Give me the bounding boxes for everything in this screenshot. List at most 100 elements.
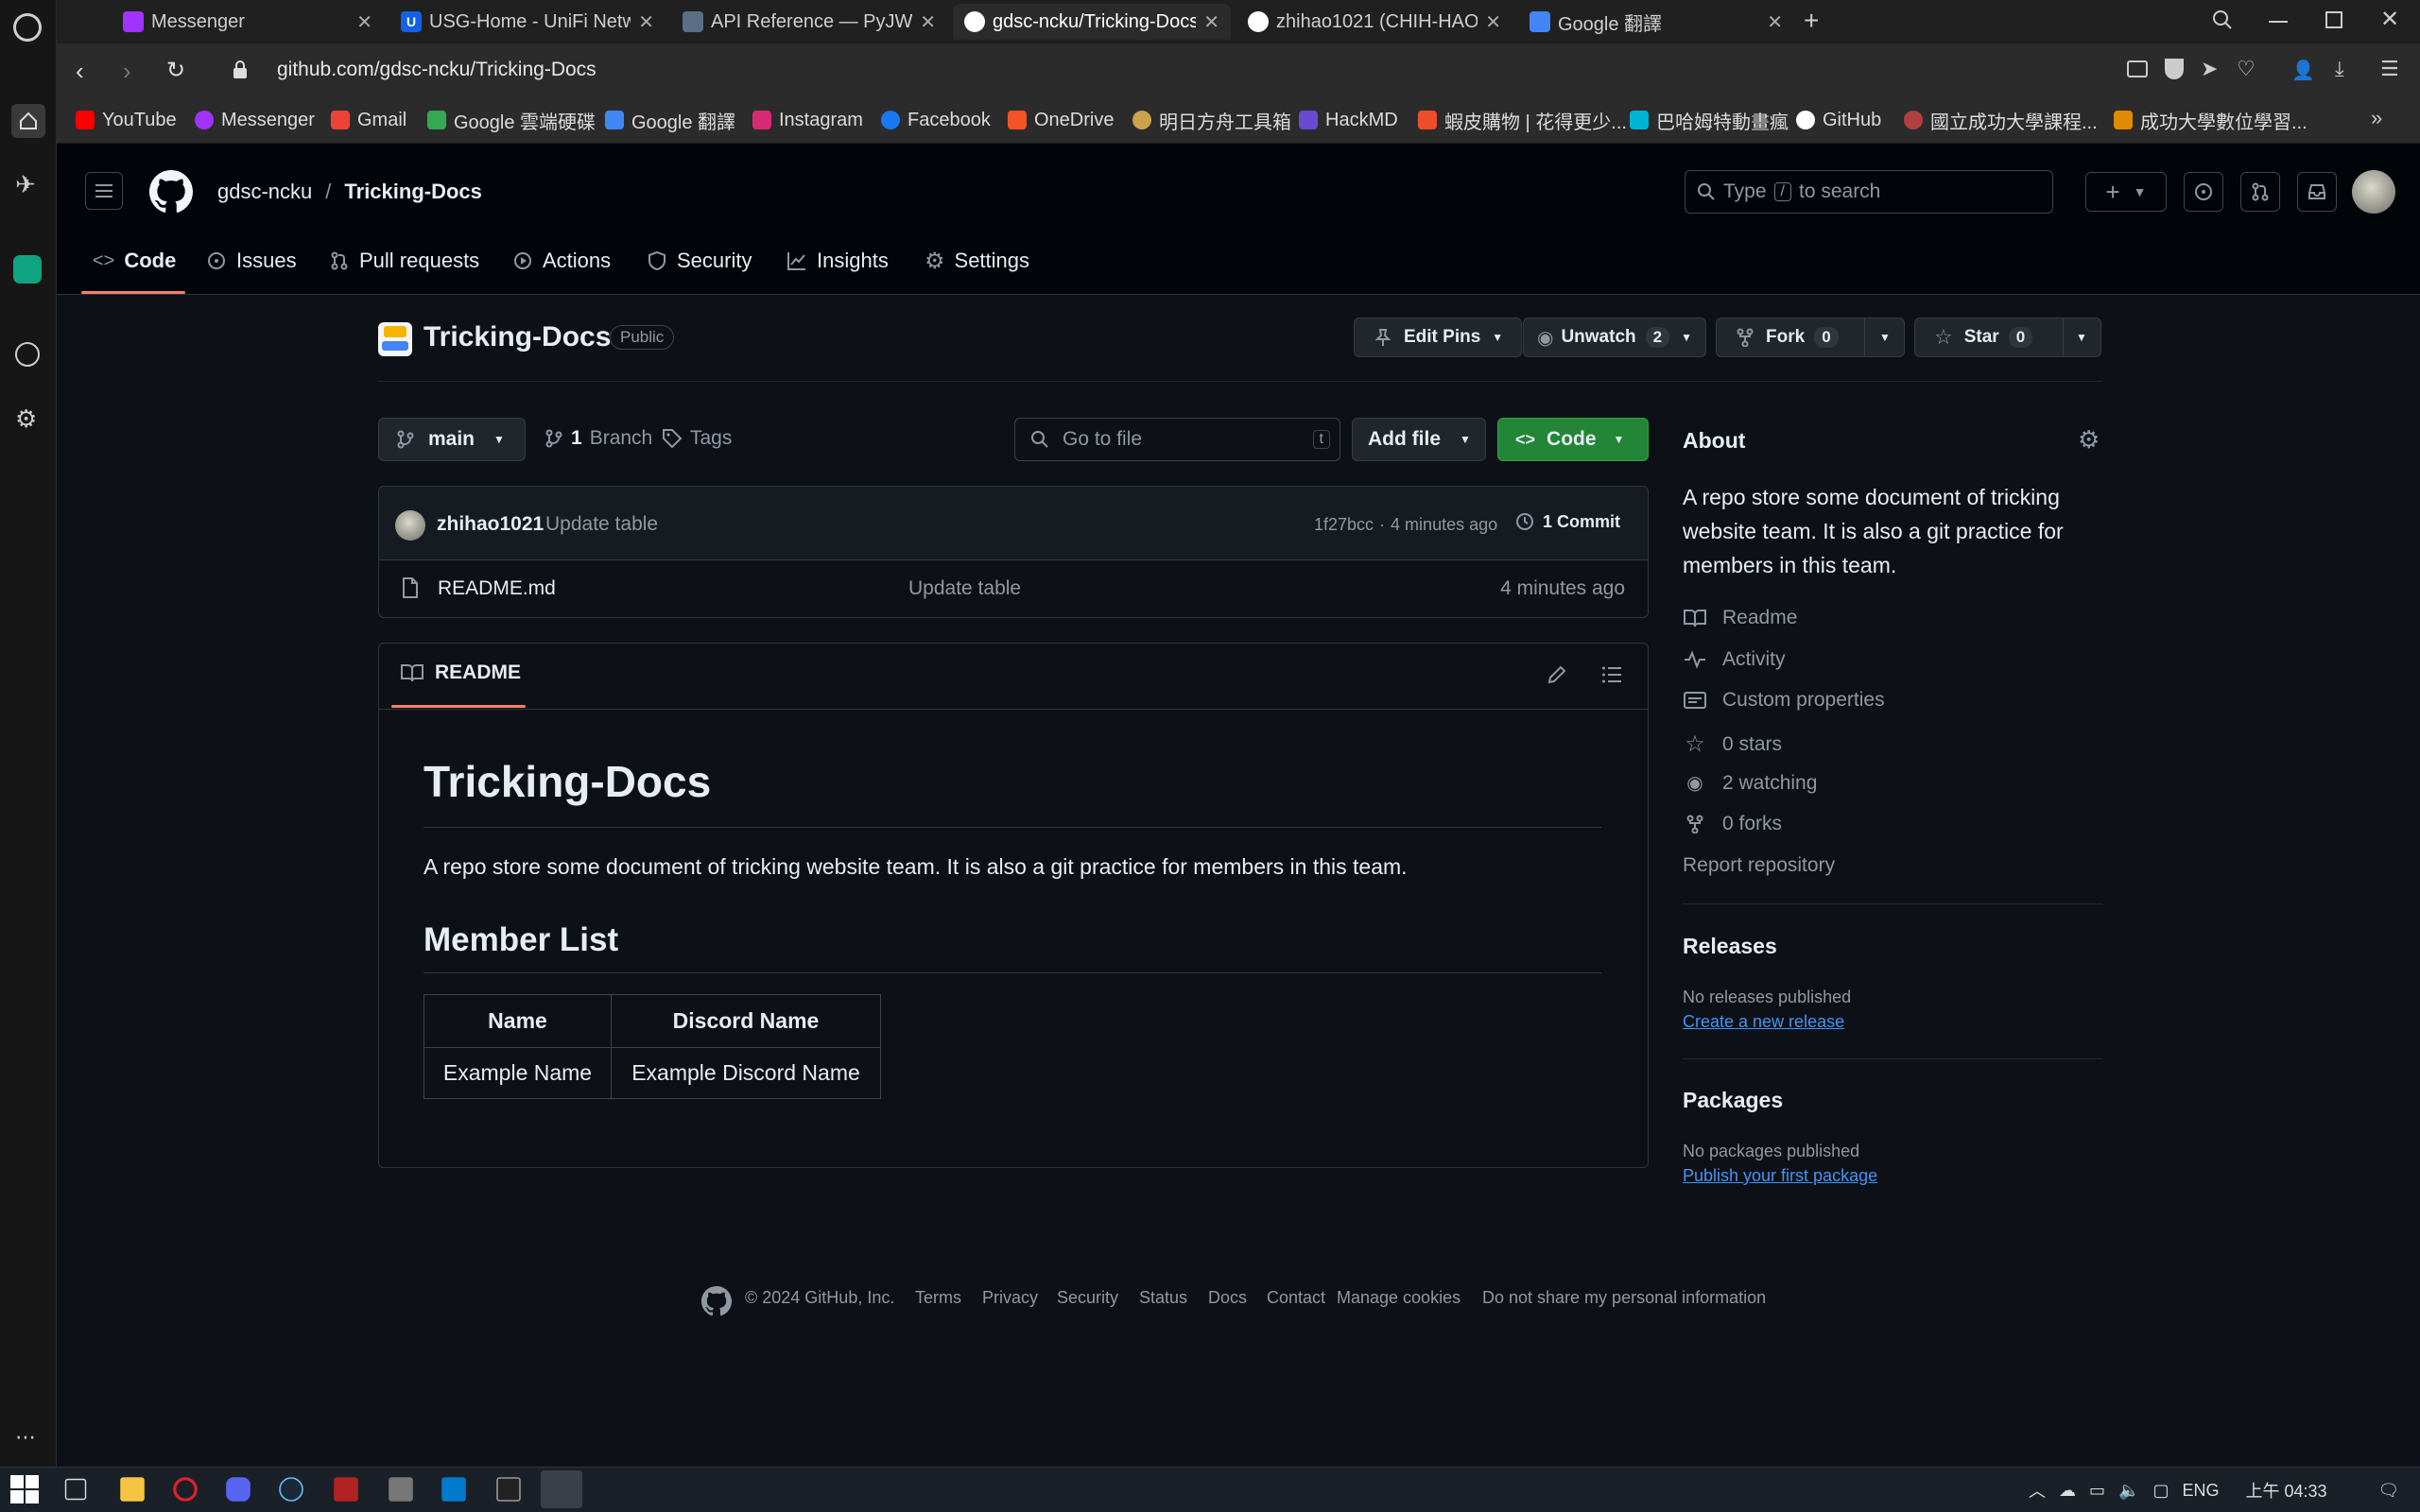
opera-gx-icon[interactable] xyxy=(541,1470,582,1508)
bookmark-arknights-tools[interactable]: 明日方舟工具箱 xyxy=(1132,106,1291,134)
file-commit-message[interactable]: Update table xyxy=(908,577,1021,600)
go-to-file-input[interactable]: Go to file t xyxy=(1014,418,1340,461)
home-icon[interactable] xyxy=(11,104,45,138)
browser-tab[interactable]: API Reference — PyJWT 2 ✕ xyxy=(671,4,947,40)
create-release-link[interactable]: Create a new release xyxy=(1683,1012,1844,1032)
footer-link-docs[interactable]: Docs xyxy=(1208,1288,1247,1308)
add-file-button[interactable]: Add file ▼ xyxy=(1352,418,1486,461)
code-dropdown-button[interactable]: <> Code ▼ xyxy=(1497,418,1649,461)
send-icon[interactable]: ➤ xyxy=(2201,57,2218,81)
publish-package-link[interactable]: Publish your first package xyxy=(1683,1166,1877,1186)
volume-icon[interactable]: 🔈 xyxy=(2118,1481,2139,1501)
bookmark-instagram[interactable]: Instagram xyxy=(752,106,863,134)
commit-author[interactable]: zhihao1021 xyxy=(437,513,544,536)
bookmark-ncku-elearning[interactable]: 成功大學數位學習... xyxy=(2114,106,2308,134)
footer-link-contact[interactable]: Contact xyxy=(1267,1288,1325,1308)
close-icon[interactable]: ✕ xyxy=(920,10,936,34)
bookmark-github[interactable]: GitHub xyxy=(1796,106,1881,134)
releases-heading[interactable]: Releases xyxy=(1683,934,1777,959)
terminal-icon[interactable] xyxy=(496,1477,521,1502)
task-view-icon[interactable] xyxy=(64,1478,87,1501)
bookmark-bahamut-anime[interactable]: 巴哈姆特動畫瘋 xyxy=(1630,106,1789,134)
caret-down-icon[interactable]: ▼ xyxy=(1879,331,1891,344)
about-settings-gear-icon[interactable]: ⚙ xyxy=(2078,425,2100,455)
github-logo-icon[interactable] xyxy=(149,170,193,214)
window-close-icon[interactable]: ✕ xyxy=(2380,6,2399,33)
bookmark-youtube[interactable]: YouTube xyxy=(76,106,177,134)
avatar[interactable] xyxy=(2352,170,2395,214)
browser-tab-active[interactable]: gdsc-ncku/Tricking-Docs ✕ xyxy=(953,4,1231,40)
fork-button[interactable]: Fork 0 ▼ xyxy=(1716,318,1905,357)
inbox-icon[interactable] xyxy=(2297,172,2337,212)
breadcrumb-owner[interactable]: gdsc-ncku xyxy=(217,180,312,204)
watchers-link[interactable]: ◉ 2 watching xyxy=(1683,771,1817,795)
star-button[interactable]: ☆ Star 0 ▼ xyxy=(1914,318,2101,357)
close-icon[interactable]: ✕ xyxy=(1485,10,1501,34)
create-new-button[interactable]: + ▼ xyxy=(2085,172,2167,212)
footer-link-privacy[interactable]: Privacy xyxy=(982,1288,1038,1308)
outline-list-icon[interactable] xyxy=(1601,664,1622,685)
footer-github-logo-icon[interactable] xyxy=(701,1286,732,1316)
footer-link-manage-cookies[interactable]: Manage cookies xyxy=(1337,1288,1461,1308)
reload-icon[interactable]: ↻ xyxy=(166,57,185,84)
repo-avatar[interactable] xyxy=(378,322,412,356)
input-language[interactable]: ENG xyxy=(2182,1481,2219,1501)
bookmark-gmail[interactable]: Gmail xyxy=(331,106,406,134)
footer-link-terms[interactable]: Terms xyxy=(915,1288,961,1308)
steam-icon[interactable] xyxy=(279,1477,303,1502)
commit-message[interactable]: Update table xyxy=(545,513,658,536)
tab-issues[interactable]: Issues xyxy=(206,244,297,278)
breadcrumb-repo[interactable]: Tricking-Docs xyxy=(344,180,481,204)
issues-icon[interactable] xyxy=(2184,172,2223,212)
clock[interactable]: 上午 04:33 xyxy=(2245,1478,2326,1503)
voicemeeter-icon[interactable] xyxy=(334,1477,358,1502)
bookmark-hackmd[interactable]: HackMD xyxy=(1299,106,1398,134)
back-icon[interactable]: ‹ xyxy=(76,57,84,86)
footer-link-do-not-share[interactable]: Do not share my personal information xyxy=(1482,1288,1766,1308)
minimize-icon[interactable] xyxy=(2269,21,2288,23)
chatgpt-icon[interactable] xyxy=(13,255,42,284)
bookmark-onedrive[interactable]: OneDrive xyxy=(1008,106,1114,134)
adblock-icon[interactable] xyxy=(2165,59,2184,79)
tab-insights[interactable]: Insights xyxy=(786,244,889,278)
easy-setup-icon[interactable]: ☰ xyxy=(2380,57,2399,81)
footer-link-status[interactable]: Status xyxy=(1139,1288,1187,1308)
tab-settings[interactable]: ⚙ Settings xyxy=(925,244,1029,278)
bookmark-shopee[interactable]: 蝦皮購物 | 花得更少... xyxy=(1418,106,1627,134)
activity-link[interactable]: Activity xyxy=(1683,648,1786,671)
unwatch-button[interactable]: ◉ Unwatch 2 ▼ xyxy=(1523,318,1706,357)
chevron-up-icon[interactable]: ︿ xyxy=(2029,1478,2046,1503)
airplane-icon[interactable]: ✈ xyxy=(15,170,36,199)
close-icon[interactable]: ✕ xyxy=(1767,10,1783,34)
readme-tab[interactable]: README xyxy=(401,662,521,684)
camera-icon[interactable] xyxy=(2127,60,2148,77)
file-explorer-icon[interactable] xyxy=(120,1477,145,1502)
bookmarks-overflow-icon[interactable]: » xyxy=(2371,106,2382,130)
browser-tab[interactable]: Google 翻譯 ✕ xyxy=(1518,4,1794,40)
app-icon[interactable] xyxy=(389,1477,413,1502)
close-icon[interactable]: ✕ xyxy=(356,10,372,34)
notification-icon[interactable]: 🗨 xyxy=(2378,1481,2400,1501)
readme-link[interactable]: Readme xyxy=(1683,607,1797,629)
monitor-icon[interactable]: ▢ xyxy=(2152,1481,2169,1501)
tags-link[interactable]: Tags xyxy=(662,427,732,450)
history-icon[interactable] xyxy=(15,342,40,367)
bookmark-messenger[interactable]: Messenger xyxy=(195,106,315,134)
branch-select-button[interactable]: main ▼ xyxy=(378,418,526,461)
bookmark-ncku-courses[interactable]: 國立成功大學課程... xyxy=(1904,106,2098,134)
browser-tab[interactable]: U USG-Home - UniFi Netw ✕ xyxy=(389,4,666,40)
windows-start-icon[interactable] xyxy=(9,1474,40,1504)
menu-icon[interactable] xyxy=(85,172,123,210)
file-name[interactable]: README.md xyxy=(438,577,556,600)
repo-title[interactable]: Tricking-Docs xyxy=(424,321,611,353)
footer-link-security[interactable]: Security xyxy=(1057,1288,1118,1308)
tab-search-icon[interactable] xyxy=(2210,8,2235,32)
forward-icon[interactable]: › xyxy=(123,57,131,86)
settings-gear-icon[interactable]: ⚙ xyxy=(15,404,37,434)
profile-icon[interactable]: 👤 xyxy=(2291,59,2315,82)
download-icon[interactable]: ⤓ xyxy=(2335,57,2344,81)
packages-heading[interactable]: Packages xyxy=(1683,1088,1783,1113)
commit-history-link[interactable]: 1 Commit xyxy=(1514,511,1620,532)
report-repository-link[interactable]: Report repository xyxy=(1683,854,1835,877)
tab-code[interactable]: <> Code xyxy=(93,244,176,278)
